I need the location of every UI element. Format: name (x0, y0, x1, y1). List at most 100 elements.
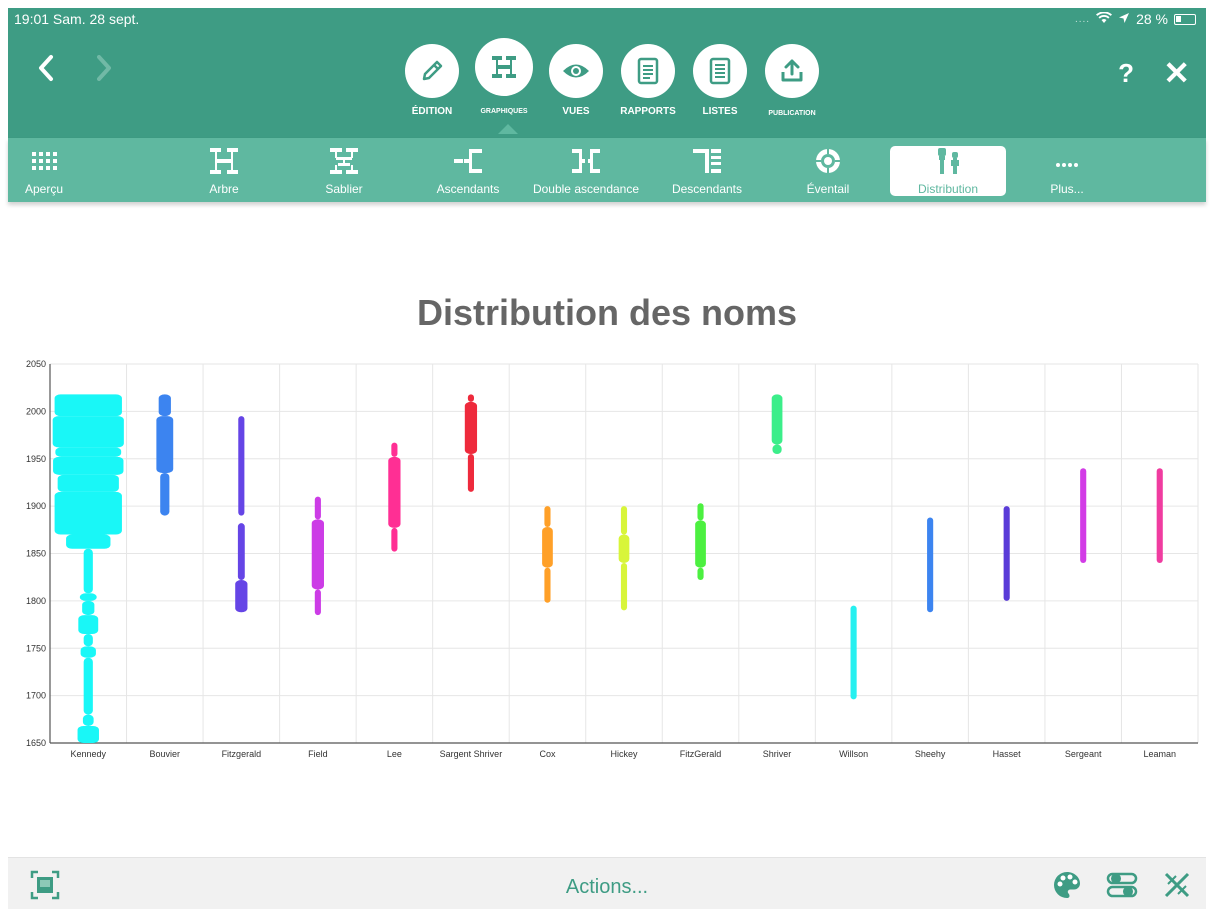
distribution-segment (78, 615, 99, 635)
tab-plus-label: Plus... (1050, 182, 1084, 196)
mode-rapports[interactable]: RAPPORTS (620, 44, 676, 117)
x-tick-label: Lee (387, 749, 402, 759)
back-button[interactable] (36, 53, 56, 92)
distribution-segment (544, 506, 551, 527)
eye-icon (549, 44, 603, 98)
distribution-segment (467, 394, 474, 402)
mode-publication[interactable]: PUBLICATION (764, 44, 820, 117)
tab-distribution-label: Distribution (917, 182, 979, 196)
palette-button[interactable] (1052, 870, 1082, 905)
forward-button[interactable] (94, 53, 114, 92)
double-ancestry-icon (570, 146, 602, 176)
x-tick-label: Field (308, 749, 328, 759)
distribution-segment (927, 517, 934, 613)
distribution-segment (54, 394, 122, 417)
distribution-segment (79, 593, 97, 601)
wifi-icon (1096, 11, 1113, 27)
distribution-segment (156, 416, 174, 473)
chevron-left-icon (39, 55, 53, 81)
distribution-segment (83, 634, 93, 647)
distribution-segment (55, 447, 122, 457)
distribution-segment (80, 646, 96, 658)
distribution-segment (83, 657, 93, 715)
y-tick-label: 1750 (26, 643, 46, 653)
tab-plus[interactable]: Plus... (1042, 146, 1092, 196)
x-tick-label: Kennedy (71, 749, 107, 759)
mode-edition-label: ÉDITION (411, 106, 453, 117)
distribution-segment (1080, 468, 1087, 563)
y-tick-label: 1950 (26, 454, 46, 464)
active-mode-indicator (498, 124, 518, 134)
chart-title: Distribution des noms (416, 292, 798, 333)
distribution-segment (391, 442, 398, 457)
tab-sablier-label: Sablier (325, 182, 363, 196)
status-indicators: .... 28 % (1075, 11, 1196, 27)
distribution-segment (311, 519, 324, 590)
distribution-segment (388, 456, 401, 528)
bottom-toolbar: Actions... (8, 857, 1206, 909)
x-tick-label: Shriver (763, 749, 792, 759)
more-icon (1055, 146, 1079, 176)
distribution-segment (66, 534, 111, 549)
mode-switcher: ÉDITION GRAPHIQUES VUES RAPPORTS LISTES … (404, 38, 820, 117)
distribution-segment (54, 491, 122, 535)
distribution-segment (620, 506, 628, 535)
distribution-segment (160, 472, 170, 516)
mode-edition[interactable]: ÉDITION (404, 44, 460, 117)
mode-vues[interactable]: VUES (548, 44, 604, 117)
y-tick-label: 1800 (26, 596, 46, 606)
signal-icon: .... (1074, 13, 1091, 25)
tab-arbre[interactable]: Arbre (194, 146, 254, 196)
distribution-segment (772, 444, 782, 455)
distribution-segment (771, 394, 783, 445)
distribution-segment (697, 567, 704, 581)
x-tick-label: Sheehy (915, 749, 946, 759)
mode-vues-label: VUES (562, 106, 590, 117)
x-tick-label: Sargent Shriver (440, 749, 503, 759)
tab-double-ascendance[interactable]: Double ascendance (528, 146, 644, 196)
help-button[interactable]: ? (1118, 58, 1134, 89)
tools-button[interactable] (1162, 870, 1192, 905)
tab-sablier[interactable]: Sablier (314, 146, 374, 196)
distribution-segment (57, 474, 119, 492)
mode-listes[interactable]: LISTES (692, 44, 748, 117)
battery-icon (1174, 13, 1196, 25)
fan-icon (814, 146, 842, 176)
tab-distribution[interactable]: Distribution (890, 146, 1006, 196)
distribution-segment (1003, 506, 1010, 601)
document-icon (621, 44, 675, 98)
tab-descendants[interactable]: Descendants (664, 146, 750, 196)
distribution-segment (77, 725, 99, 743)
palette-icon (1054, 872, 1080, 898)
top-toolbar: 19:01 Sam. 28 sept. .... 28 % ÉDITION GR… (8, 8, 1206, 138)
close-button[interactable]: ✕ (1163, 54, 1190, 92)
x-tick-label: FitzGerald (680, 749, 722, 759)
y-tick-label: 2050 (26, 359, 46, 369)
tab-eventail[interactable]: Éventail (798, 146, 858, 196)
distribution-segment (235, 580, 248, 613)
settings-toggle-button[interactable] (1106, 870, 1138, 905)
location-icon (1118, 11, 1130, 27)
tree-chart-icon (475, 38, 533, 96)
distribution-segment (467, 454, 474, 492)
y-tick-label: 1650 (26, 738, 46, 748)
descendants-icon (691, 146, 723, 176)
mode-listes-label: LISTES (702, 106, 738, 117)
tab-ascendants[interactable]: Ascendants (428, 146, 508, 196)
distribution-segment (52, 416, 124, 448)
actions-button[interactable]: Actions... (8, 876, 1206, 899)
pencil-icon (405, 44, 459, 98)
tab-descendants-label: Descendants (671, 182, 743, 196)
mode-graphiques[interactable]: GRAPHIQUES (475, 38, 533, 117)
toggles-icon (1106, 872, 1138, 898)
x-tick-label: Sergeant (1065, 749, 1102, 759)
distribution-segment (542, 526, 553, 568)
tab-ascendants-label: Ascendants (436, 182, 500, 196)
battery-percent: 28 % (1136, 11, 1168, 27)
distribution-segment (314, 496, 321, 520)
tab-apercu[interactable]: Aperçu (16, 146, 72, 196)
tools-icon (1164, 872, 1190, 898)
distribution-segment (82, 600, 95, 616)
y-tick-label: 1850 (26, 549, 46, 559)
distribution-segment (53, 456, 124, 475)
